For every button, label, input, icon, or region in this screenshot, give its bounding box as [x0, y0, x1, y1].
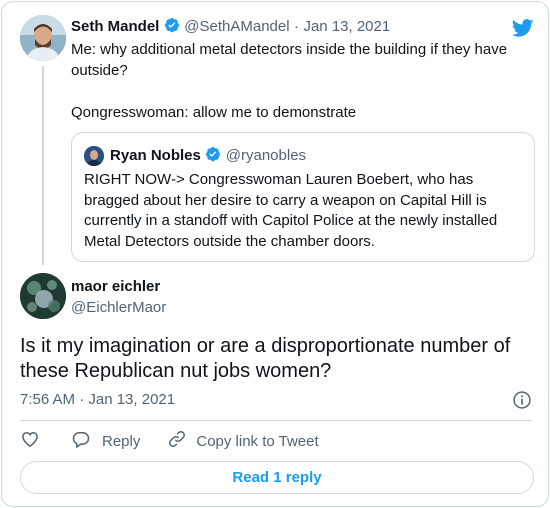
reply-button[interactable]: Reply: [71, 429, 140, 453]
verified-badge-icon: [205, 146, 221, 162]
reply-author-handle[interactable]: @EichlerMaor: [71, 299, 166, 316]
quoted-tweet[interactable]: Ryan Nobles @ryanobles RIGHT NOW-> Congr…: [71, 132, 535, 262]
heart-icon: [20, 429, 40, 453]
tweet-text-line-1: Me: why additional metal detectors insid…: [71, 41, 508, 79]
tweet-date[interactable]: Jan 13, 2021: [303, 18, 390, 35]
tweet-text-line-2: Qongresswoman: allow me to demonstrate: [71, 104, 357, 121]
thread-connector-line: [42, 66, 44, 265]
quoted-tweet-header: Ryan Nobles @ryanobles: [110, 146, 306, 165]
read-replies-button[interactable]: Read 1 reply: [20, 461, 534, 494]
tweet-body: Me: why additional metal detectors insid…: [71, 39, 531, 123]
maor-eichler-avatar[interactable]: [20, 273, 66, 319]
author-name[interactable]: Seth Mandel: [71, 18, 159, 35]
reply-bubble-icon: [71, 429, 91, 453]
action-bar: Reply Copy link to Tweet: [20, 430, 319, 452]
reply-author-handle-wrap: @EichlerMaor: [71, 299, 166, 317]
reply-timestamp[interactable]: 7:56 AM · Jan 13, 2021: [20, 391, 175, 408]
twitter-bird-icon[interactable]: [511, 17, 535, 39]
divider: [20, 420, 532, 421]
copy-link-label: Copy link to Tweet: [196, 432, 319, 450]
like-button[interactable]: [20, 429, 40, 453]
link-icon: [167, 429, 187, 453]
reply-tweet-text: Is it my imagination or are a disproport…: [20, 335, 511, 382]
separator-dot: ·: [294, 18, 300, 35]
info-icon[interactable]: [512, 390, 532, 410]
reply-label: Reply: [102, 432, 141, 450]
author-handle[interactable]: @SethAMandel: [184, 18, 289, 35]
reply-author-name-wrap: maor eichler: [71, 278, 160, 296]
verified-badge-icon: [164, 17, 180, 33]
seth-mandel-avatar[interactable]: [20, 15, 66, 61]
embedded-tweet-card: Seth Mandel @SethAMandel · Jan 13, 2021 …: [1, 1, 549, 507]
quoted-tweet-text: RIGHT NOW-> Congresswoman Lauren Boebert…: [84, 171, 498, 250]
quoted-author-name: Ryan Nobles: [110, 147, 201, 164]
quoted-author-handle: @ryanobles: [225, 147, 307, 164]
ryan-nobles-avatar: [84, 146, 104, 166]
copy-link-button[interactable]: Copy link to Tweet: [167, 429, 319, 453]
reply-author-name[interactable]: maor eichler: [71, 278, 160, 295]
tweet-header: Seth Mandel @SethAMandel · Jan 13, 2021: [71, 17, 390, 36]
